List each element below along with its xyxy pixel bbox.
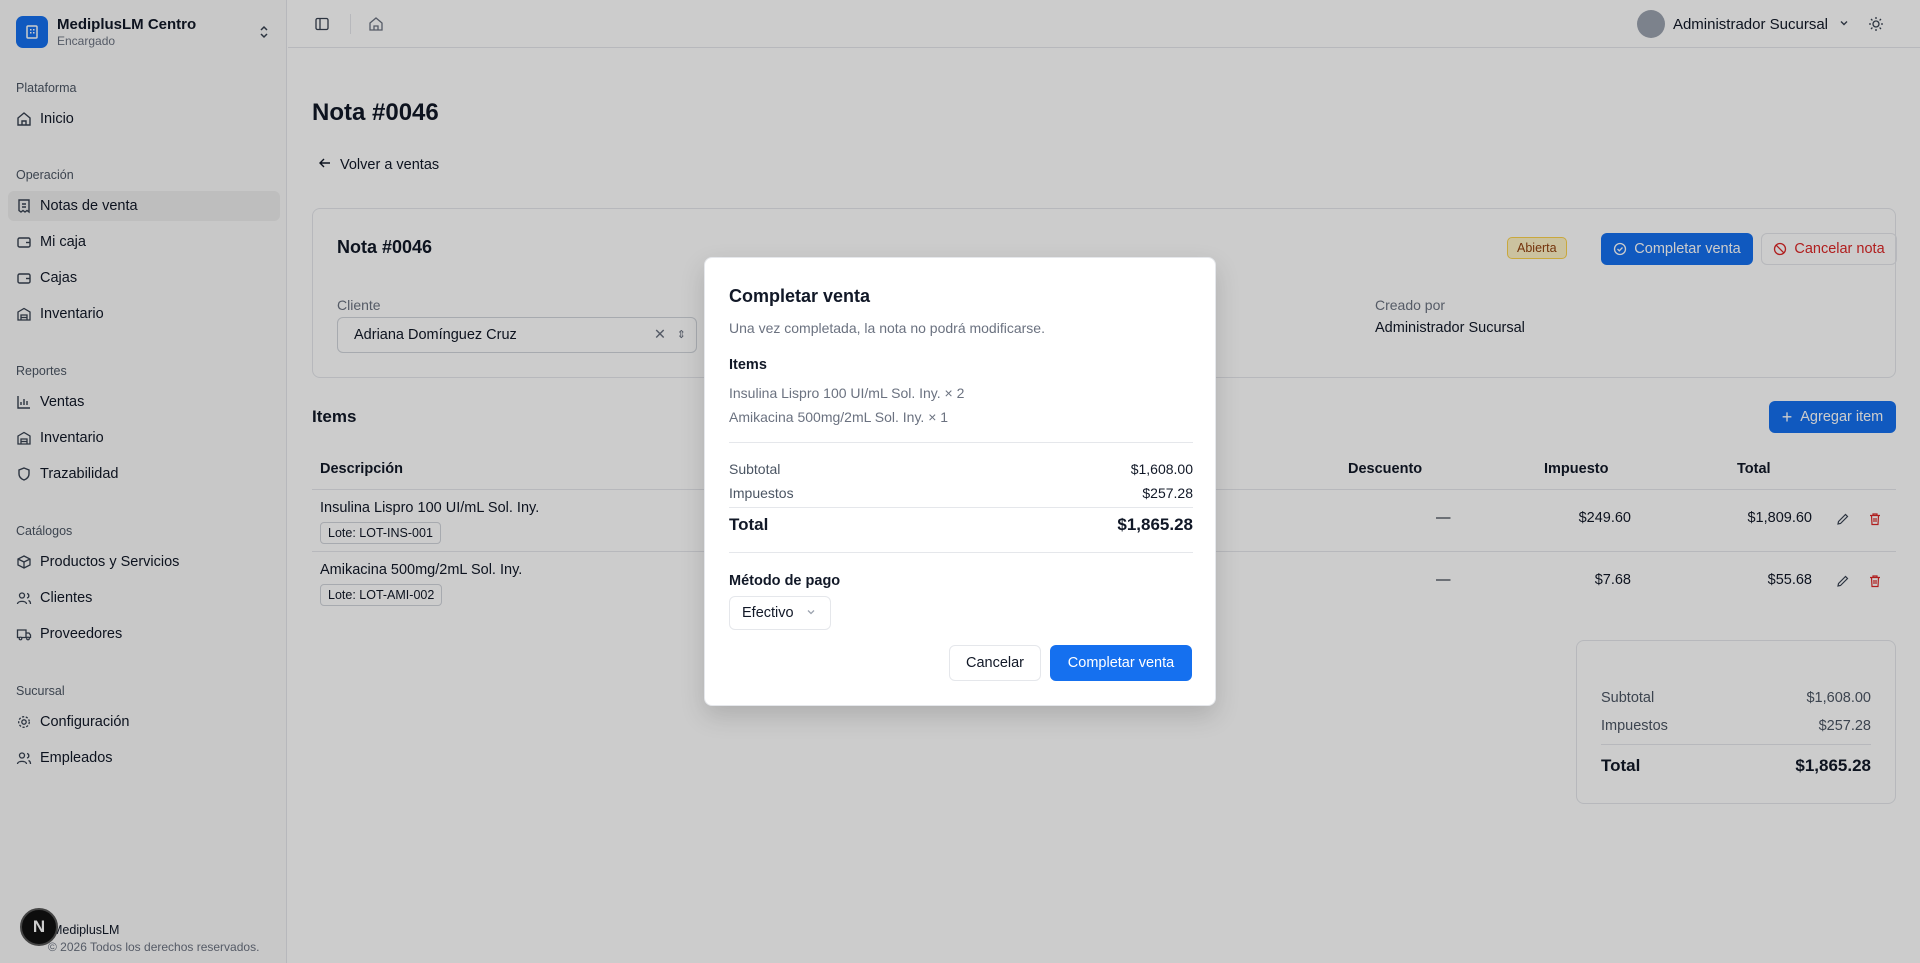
dialog-divider xyxy=(729,552,1193,553)
confirm-complete-sale-button[interactable]: Completar venta xyxy=(1050,645,1192,681)
payment-method-value: Efectivo xyxy=(742,605,794,621)
dialog-item: Insulina Lispro 100 UI/mL Sol. Iny. × 2 xyxy=(729,385,965,401)
dialog-subtotal-row: Subtotal $1,608.00 xyxy=(729,461,1193,477)
dialog-title: Completar venta xyxy=(729,286,871,306)
dialog-subtotal-value: $1,608.00 xyxy=(1130,461,1193,477)
dialog-total-row: Total $1,865.28 xyxy=(729,515,1193,535)
dialog-item: Amikacina 500mg/2mL Sol. Iny. × 1 xyxy=(729,409,949,425)
dialog-items-title: Items xyxy=(729,357,767,373)
dialog-total-value: $1,865.28 xyxy=(1117,515,1193,534)
dialog-subtotal-label: Subtotal xyxy=(729,461,781,477)
dialog-tax-label: Impuestos xyxy=(729,485,794,501)
payment-method-select[interactable]: Efectivo xyxy=(729,596,831,630)
chevron-down-icon xyxy=(806,597,816,629)
complete-sale-dialog: Completar venta Una vez completada, la n… xyxy=(704,257,1216,706)
cancel-button[interactable]: Cancelar xyxy=(949,645,1041,681)
dialog-divider xyxy=(729,442,1193,443)
dialog-tax-value: $257.28 xyxy=(1142,485,1193,501)
dialog-total-label: Total xyxy=(729,515,769,534)
dialog-tax-row: Impuestos $257.28 xyxy=(729,485,1193,501)
payment-method-label: Método de pago xyxy=(729,573,841,589)
dialog-divider xyxy=(729,507,1193,508)
dialog-description: Una vez completada, la nota no podrá mod… xyxy=(729,320,1045,336)
